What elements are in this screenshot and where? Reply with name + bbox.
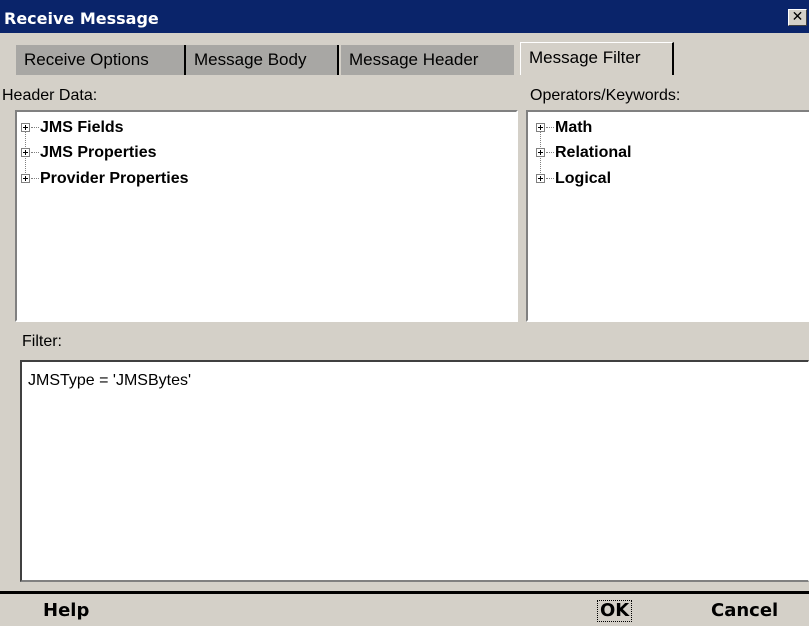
tab-receive-options[interactable]: Receive Options	[16, 45, 186, 75]
expand-icon[interactable]	[21, 174, 30, 183]
window-title: Receive Message	[4, 9, 159, 28]
cancel-button[interactable]: Cancel	[711, 600, 778, 621]
help-button[interactable]: Help	[43, 600, 89, 621]
operators-tree[interactable]: Math Relational Logical	[526, 110, 809, 322]
filter-label: Filter:	[22, 333, 62, 350]
tree-node-label: Relational	[555, 144, 632, 161]
expand-icon[interactable]	[21, 123, 30, 132]
tab-message-header[interactable]: Message Header	[341, 45, 514, 75]
tab-label: Message Filter	[529, 48, 641, 67]
tree-node-label: JMS Fields	[40, 119, 124, 136]
tree-connector	[31, 152, 39, 153]
tree-connector	[31, 178, 39, 179]
expand-icon[interactable]	[536, 174, 545, 183]
tab-label: Message Body	[194, 50, 307, 69]
tree-connector	[546, 152, 554, 153]
header-data-label: Header Data:	[2, 87, 98, 104]
tree-node-label: Math	[555, 119, 593, 136]
tree-node-label: Logical	[555, 170, 612, 187]
panel-splitter[interactable]	[520, 112, 525, 322]
close-button[interactable]: ✕	[788, 9, 807, 26]
tree-connector	[546, 127, 554, 128]
header-data-tree[interactable]: JMS Fields JMS Properties Provider Prope…	[15, 110, 518, 322]
operators-keywords-label: Operators/Keywords:	[530, 87, 681, 104]
tab-label: Receive Options	[24, 50, 149, 69]
expand-icon[interactable]	[536, 123, 545, 132]
tab-message-filter[interactable]: Message Filter	[520, 42, 674, 75]
filter-text: JMSType = 'JMSBytes'	[28, 372, 192, 389]
tree-node-label: Provider Properties	[40, 170, 189, 187]
tab-strip: Receive Options Message Body Message Hea…	[0, 42, 809, 75]
title-bar[interactable]: Receive Message ✕	[0, 0, 809, 35]
tab-message-body[interactable]: Message Body	[186, 45, 339, 75]
receive-message-dialog: Receive Message ✕ Receive Options Messag…	[0, 0, 809, 626]
tree-node-label: JMS Properties	[40, 144, 157, 161]
tab-label: Message Header	[349, 50, 479, 69]
ok-button[interactable]: OK	[597, 600, 633, 622]
filter-textarea[interactable]: JMSType = 'JMSBytes'	[20, 360, 809, 582]
button-bar: Help OK Cancel	[0, 591, 809, 626]
expand-icon[interactable]	[21, 148, 30, 157]
tree-connector	[31, 127, 39, 128]
expand-icon[interactable]	[536, 148, 545, 157]
close-icon: ✕	[791, 9, 804, 25]
tree-connector	[546, 178, 554, 179]
